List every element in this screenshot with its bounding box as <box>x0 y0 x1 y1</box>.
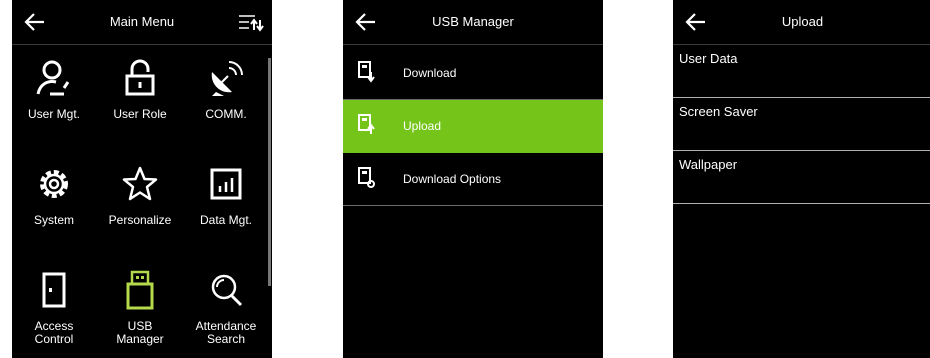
list-item-download-options[interactable]: Download Options <box>343 153 603 206</box>
sort-icon[interactable] <box>236 12 264 34</box>
menu-item-personalize[interactable]: Personalize <box>98 150 182 254</box>
search-icon <box>211 274 243 307</box>
usb-manager-header: USB Manager <box>343 0 603 45</box>
menu-item-label: Data Mgt. <box>199 213 253 227</box>
main-menu-header: Main Menu <box>12 0 272 45</box>
list-item-user-data[interactable]: User Data <box>673 45 930 98</box>
usb-manager-list: Download Upload Download Options <box>343 47 603 206</box>
list-item-label: Download Options <box>403 172 502 186</box>
list-item-wallpaper[interactable]: Wallpaper <box>673 151 930 204</box>
menu-item-data-mgt[interactable]: Data Mgt. <box>184 150 268 254</box>
menu-item-label: System <box>33 213 74 227</box>
star-icon <box>122 166 158 201</box>
page-title: USB Manager <box>432 14 514 29</box>
menu-item-system[interactable]: System <box>12 150 96 254</box>
usb-manager-screen: USB Manager Download Upload Download Opt… <box>343 0 603 358</box>
menu-item-access-control[interactable]: Access Control <box>12 256 96 358</box>
usb-download-icon <box>358 61 375 83</box>
gear-icon <box>40 170 68 198</box>
usb-upload-icon <box>358 114 375 134</box>
user-icon <box>36 60 70 96</box>
menu-item-attendance-search[interactable]: Attendance Search <box>184 256 268 358</box>
page-title: Upload <box>781 14 824 29</box>
door-icon <box>42 272 66 308</box>
list-item-download[interactable]: Download <box>343 47 603 100</box>
menu-item-user-role[interactable]: User Role <box>98 44 182 148</box>
page-title: Main Menu <box>109 14 175 29</box>
usb-options-icon <box>358 167 375 188</box>
menu-item-label: USB Manager <box>116 319 164 346</box>
upload-header: Upload <box>673 0 930 45</box>
list-item-label: User Data <box>679 51 738 66</box>
menu-item-label: Personalize <box>108 213 172 227</box>
list-item-label: Screen Saver <box>679 104 758 119</box>
upload-list: User Data Screen Saver Wallpaper <box>673 45 930 204</box>
list-item-screen-saver[interactable]: Screen Saver <box>673 98 930 151</box>
menu-item-label: Access Control <box>34 319 74 346</box>
satellite-dish-icon <box>211 61 243 96</box>
menu-item-label: Attendance Search <box>195 319 257 346</box>
main-menu-screen: Main Menu User Mgt. User Role COMM. Syst… <box>12 0 272 358</box>
menu-item-user-mgt[interactable]: User Mgt. <box>12 44 96 148</box>
bar-chart-icon <box>210 168 242 200</box>
menu-item-usb-manager[interactable]: USB Manager <box>98 256 182 358</box>
menu-item-label: User Mgt. <box>27 107 80 121</box>
list-item-label: Upload <box>403 119 442 133</box>
menu-item-label: User Role <box>113 107 167 121</box>
menu-item-comm[interactable]: COMM. <box>184 44 268 148</box>
upload-screen: Upload User Data Screen Saver Wallpaper <box>673 0 930 358</box>
list-item-label: Wallpaper <box>679 157 738 172</box>
lock-icon <box>125 59 155 96</box>
menu-item-label: COMM. <box>205 107 247 121</box>
list-item-upload[interactable]: Upload <box>343 100 603 153</box>
list-item-label: Download <box>403 66 457 80</box>
usb-drive-icon <box>126 270 154 310</box>
scrollbar[interactable] <box>268 58 271 286</box>
